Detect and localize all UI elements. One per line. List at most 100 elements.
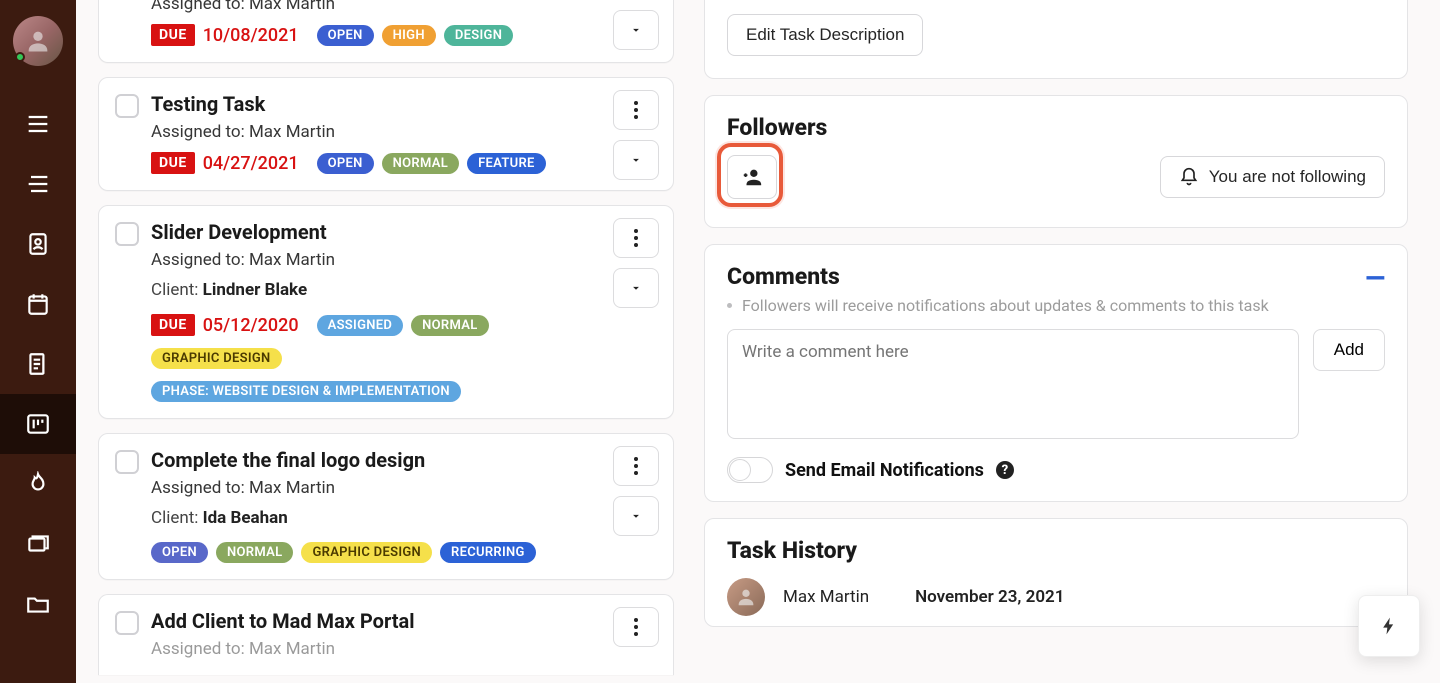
more-button[interactable]: [613, 607, 659, 647]
history-heading: Task History: [727, 537, 1385, 564]
history-entry: Max Martin November 23, 2021: [727, 578, 1385, 616]
comment-input[interactable]: [727, 329, 1299, 439]
task-card: Testing Task Assigned to: Max Martin DUE…: [98, 77, 674, 191]
hamburger-icon: [24, 110, 52, 138]
person-icon: [24, 27, 52, 55]
status-pill: OPEN: [317, 25, 374, 46]
priority-pill: NORMAL: [216, 542, 293, 563]
client-line: Client: Ida Beahan: [151, 508, 657, 528]
task-title[interactable]: Add Client to Mad Max Portal: [151, 609, 657, 633]
nav-invoice[interactable]: [0, 334, 76, 394]
expand-button[interactable]: [613, 10, 659, 50]
expand-button[interactable]: [613, 496, 659, 536]
tag-pill: RECURRING: [440, 542, 536, 563]
more-button[interactable]: [613, 90, 659, 130]
expand-button[interactable]: [613, 140, 659, 180]
task-checkbox[interactable]: [115, 450, 139, 474]
history-user: Max Martin: [783, 587, 869, 607]
more-vertical-icon: [634, 101, 638, 119]
bell-icon: [1179, 167, 1199, 187]
more-vertical-icon: [634, 457, 638, 475]
due-badge: DUE: [151, 24, 195, 46]
assigned-line: Assigned to: Max Martin: [151, 122, 657, 142]
due-date: 05/12/2020: [203, 315, 299, 336]
collapse-button[interactable]: —: [1365, 266, 1385, 292]
task-title[interactable]: Testing Task: [151, 92, 657, 116]
due-badge: DUE: [151, 314, 195, 336]
priority-pill: NORMAL: [382, 153, 459, 174]
add-follower-button[interactable]: [727, 155, 777, 199]
folder-icon: [25, 591, 51, 617]
priority-pill: NORMAL: [411, 315, 488, 336]
more-vertical-icon: [634, 618, 638, 636]
followers-heading: Followers: [727, 114, 1385, 141]
nav-activity[interactable]: [0, 454, 76, 514]
tag-pill: GRAPHIC DESIGN: [301, 542, 432, 563]
email-notify-toggle[interactable]: [727, 457, 773, 483]
history-avatar: [727, 578, 765, 616]
list-icon: [24, 170, 52, 198]
nav-files[interactable]: [0, 574, 76, 634]
windows-icon: [25, 531, 51, 557]
comments-panel: Comments — Followers will receive notifi…: [704, 244, 1408, 502]
nav-board[interactable]: [0, 394, 76, 454]
current-user-avatar[interactable]: [13, 16, 63, 66]
status-pill: OPEN: [317, 153, 374, 174]
help-icon[interactable]: ?: [996, 461, 1014, 479]
task-checkbox[interactable]: [115, 222, 139, 246]
status-pill: ASSIGNED: [317, 315, 404, 336]
tag-pill: DESIGN: [444, 25, 513, 46]
description-panel: Edit Task Description: [704, 0, 1408, 79]
nav-contacts[interactable]: [0, 214, 76, 274]
calendar-icon: [25, 291, 51, 317]
assigned-line: Assigned to: Max Martin: [151, 478, 657, 498]
assigned-line: Assigned to: Max Martin: [151, 0, 657, 14]
lightning-icon: [1379, 612, 1399, 640]
comments-hint: Followers will receive notifications abo…: [727, 296, 1385, 315]
due-date: 10/08/2021: [203, 25, 299, 46]
tag-pill: GRAPHIC DESIGN: [151, 348, 282, 369]
task-checkbox[interactable]: [115, 94, 139, 118]
history-panel: Task History Max Martin November 23, 202…: [704, 518, 1408, 627]
expand-button[interactable]: [613, 268, 659, 308]
due-badge: DUE: [151, 152, 195, 174]
comments-heading: Comments: [727, 263, 840, 290]
detail-column: Edit Task Description Followers You are …: [704, 0, 1424, 683]
person-add-icon: [741, 166, 763, 188]
more-button[interactable]: [613, 218, 659, 258]
add-comment-button[interactable]: Add: [1313, 329, 1385, 371]
quick-action-button[interactable]: [1358, 595, 1420, 657]
assigned-line: Assigned to: Max Martin: [151, 250, 657, 270]
client-line: Client: Lindner Blake: [151, 280, 657, 300]
nav-calendar[interactable]: [0, 274, 76, 334]
due-date: 04/27/2021: [203, 153, 299, 174]
task-title[interactable]: Complete the final logo design: [151, 448, 657, 472]
tag-pill: FEATURE: [467, 153, 546, 174]
priority-pill: HIGH: [382, 25, 436, 46]
followers-panel: Followers You are not following: [704, 95, 1408, 228]
person-icon: [735, 586, 757, 608]
nav-windows[interactable]: [0, 514, 76, 574]
assigned-line: Assigned to: Max Martin: [151, 639, 657, 659]
history-date: November 23, 2021: [915, 587, 1064, 607]
app-sidebar: [0, 0, 76, 683]
presence-indicator: [15, 52, 25, 62]
more-vertical-icon: [634, 229, 638, 247]
task-checkbox[interactable]: [115, 611, 139, 635]
contact-icon: [25, 231, 51, 257]
status-pill: OPEN: [151, 542, 208, 563]
chevron-down-icon: [629, 153, 643, 167]
nav-list[interactable]: [0, 154, 76, 214]
fire-icon: [25, 471, 51, 497]
more-button[interactable]: [613, 446, 659, 486]
task-card: Complete the final logo design Assigned …: [98, 433, 674, 580]
follow-toggle-button[interactable]: You are not following: [1160, 156, 1385, 198]
chevron-down-icon: [629, 23, 643, 37]
nav-menu[interactable]: [0, 94, 76, 154]
task-card: Add Client to Mad Max Portal Assigned to…: [98, 594, 674, 675]
kanban-icon: [25, 411, 51, 437]
task-list-column: Assigned to: Max Martin DUE 10/08/2021 O…: [76, 0, 690, 683]
task-title[interactable]: Slider Development: [151, 220, 657, 244]
edit-description-button[interactable]: Edit Task Description: [727, 14, 923, 56]
phase-pill: PHASE: WEBSITE DESIGN & IMPLEMENTATION: [151, 381, 461, 402]
